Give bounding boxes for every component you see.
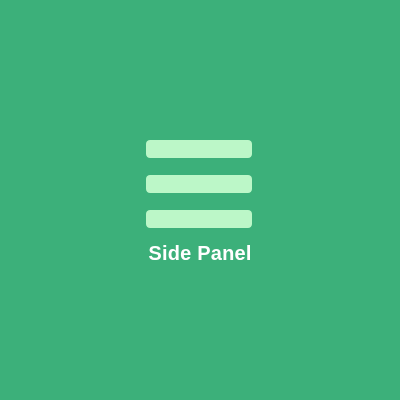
menu-bar-bottom <box>146 210 252 228</box>
side-panel-label: Side Panel <box>148 243 252 265</box>
hamburger-menu-icon <box>146 140 252 228</box>
menu-bar-middle <box>146 175 252 193</box>
side-panel-tile[interactable]: Side Panel <box>0 0 400 400</box>
menu-bar-top <box>146 140 252 158</box>
